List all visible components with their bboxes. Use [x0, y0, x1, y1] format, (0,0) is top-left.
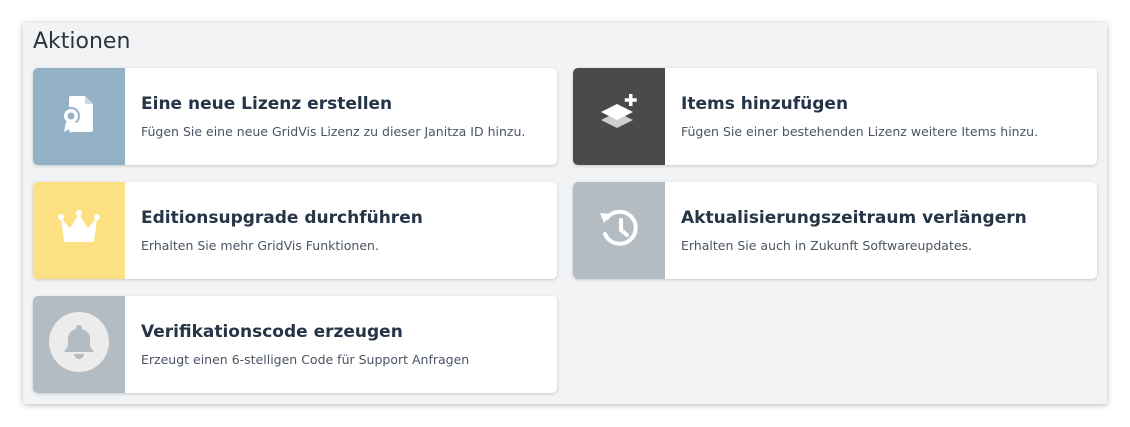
- action-card-add-items[interactable]: Items hinzufügen Fügen Sie einer bestehe…: [573, 68, 1097, 165]
- action-card-create-license[interactable]: Eine neue Lizenz erstellen Fügen Sie ein…: [33, 68, 557, 165]
- history-icon: [597, 206, 641, 255]
- action-description: Erhalten Sie auch in Zukunft Softwareupd…: [681, 238, 973, 253]
- action-tile: [33, 296, 125, 393]
- bell-icon: [48, 311, 110, 378]
- action-card-extend-update-period[interactable]: Aktualisierungszeitraum verlängern Erhal…: [573, 182, 1097, 279]
- action-card-verification-code[interactable]: Verifikationscode erzeugen Erzeugt einen…: [33, 296, 557, 393]
- action-title: Aktualisierungszeitraum verlängern: [681, 208, 1027, 228]
- layers-plus-icon: [597, 92, 641, 141]
- action-description: Fügen Sie eine neue GridVis Lizenz zu di…: [141, 124, 526, 139]
- action-title: Verifikationscode erzeugen: [141, 322, 403, 342]
- action-card-edition-upgrade[interactable]: Editionsupgrade durchführen Erhalten Sie…: [33, 182, 557, 279]
- crown-icon: [55, 208, 103, 253]
- section-title: Aktionen: [33, 29, 131, 54]
- action-description: Erhalten Sie mehr GridVis Funktionen.: [141, 238, 379, 253]
- action-title: Eine neue Lizenz erstellen: [141, 94, 393, 114]
- action-title: Items hinzufügen: [681, 94, 849, 114]
- license-certificate-icon: [57, 92, 101, 141]
- action-tile: [573, 182, 665, 279]
- action-description: Erzeugt einen 6-stelligen Code für Suppo…: [141, 352, 470, 367]
- action-title: Editionsupgrade durchführen: [141, 208, 423, 228]
- action-description: Fügen Sie einer bestehenden Lizenz weite…: [681, 124, 1039, 139]
- actions-panel: Aktionen Eine neue Lizenz erstellen Füge…: [23, 23, 1107, 404]
- action-tile: [33, 68, 125, 165]
- action-tile: [573, 68, 665, 165]
- action-tile: [33, 182, 125, 279]
